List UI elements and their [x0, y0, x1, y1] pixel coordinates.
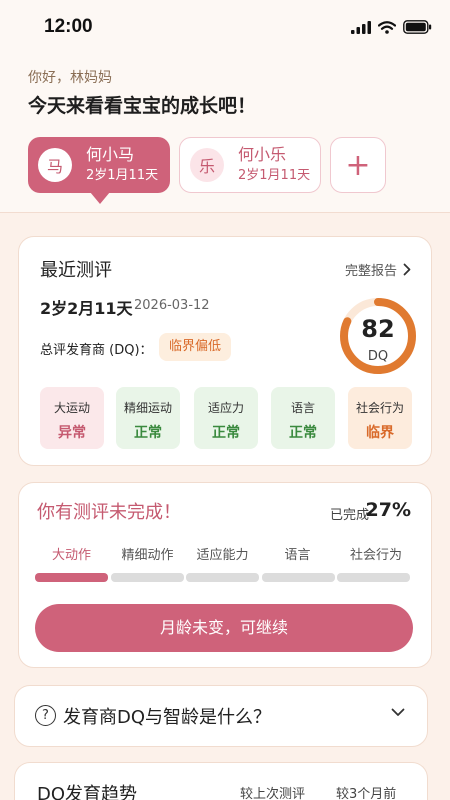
domain-status: 正常: [212, 425, 240, 441]
dq-faq-card[interactable]: ? 发育商DQ与智龄是什么？: [14, 685, 428, 747]
child-chip-selected[interactable]: 马 何小马 2岁1月11天: [28, 137, 170, 204]
step-adaptive: 适应能力: [196, 548, 249, 563]
domain-language: 语言 正常: [271, 387, 335, 449]
recent-assessment-card: 最近测评 完整报告 2岁2月11天 2026-03-12 总评发育商 (DQ)：…: [18, 236, 432, 466]
progress-segment: [35, 573, 108, 582]
step-social: 社会行为: [349, 548, 402, 563]
trend-tab-3months[interactable]: 较3个月前: [336, 783, 396, 800]
domain-status: 异常: [58, 425, 86, 441]
dq-level-badge: 临界偏低: [159, 333, 232, 361]
domain-adaptive: 适应力 正常: [194, 387, 258, 449]
child-name: 何小马: [86, 145, 135, 164]
incomplete-title: 你有测评未完成！: [37, 502, 181, 523]
dq-unit: DQ: [367, 349, 389, 364]
child-avatar: 乐: [190, 148, 224, 182]
chevron-right-icon: [403, 263, 411, 276]
greeting-text: 你好，林妈妈: [28, 70, 112, 86]
status-icons: [351, 20, 432, 34]
dq-label: 总评发育商 (DQ)：: [40, 343, 153, 358]
domain-status: 正常: [134, 425, 162, 441]
recent-assessment-title: 最近测评: [40, 260, 112, 281]
domain-fine-motor: 精细运动 正常: [116, 387, 180, 449]
domain-label: 适应力: [207, 401, 244, 415]
child-age: 2岁1月11天: [238, 168, 311, 183]
chevron-down-icon: [391, 708, 405, 716]
child-name: 何小乐: [238, 145, 287, 164]
trend-tab-last[interactable]: 较上次测评: [240, 783, 305, 800]
completed-label: 已完成: [329, 508, 369, 523]
continue-assessment-button[interactable]: 月龄未变，可继续: [35, 604, 413, 652]
dq-value: 82: [361, 315, 395, 343]
domain-label: 语言: [290, 401, 315, 415]
domain-status: 正常: [289, 425, 317, 441]
completed-percent: 27%: [365, 499, 411, 521]
step-gross-motor: 大动作: [51, 548, 91, 563]
progress-segment: [337, 573, 410, 582]
status-bar: 12:00: [0, 0, 450, 54]
question-circle-icon: ?: [35, 705, 56, 726]
progress-segment: [262, 573, 335, 582]
headline-text: 今天来看看宝宝的成长吧！: [28, 95, 257, 117]
trend-title: DQ发育趋势: [37, 784, 138, 800]
signal-icon: [351, 20, 371, 34]
incomplete-assessment-card: 你有测评未完成！ 已完成 27% 大动作 精细动作 适应能力 语言 社会行为 月…: [18, 482, 432, 668]
domain-label: 社会行为: [355, 401, 404, 415]
status-time: 12:00: [44, 16, 93, 37]
child-chip[interactable]: 乐 何小乐 2岁1月11天: [179, 137, 321, 193]
domain-status: 临界: [366, 425, 394, 441]
domain-social: 社会行为 临界: [348, 387, 412, 449]
full-report-label: 完整报告: [344, 264, 397, 279]
child-avatar: 马: [38, 148, 72, 182]
assessment-age: 2岁2月11天: [40, 299, 133, 318]
domain-label: 大运动: [53, 401, 90, 415]
full-report-link[interactable]: 完整报告: [345, 260, 411, 279]
progress-segment: [186, 573, 259, 582]
step-fine-motor: 精细动作: [121, 548, 174, 563]
progress-segment: [111, 573, 184, 582]
dq-trend-card: DQ发育趋势 较上次测评 较3个月前: [14, 762, 428, 800]
battery-icon: [403, 20, 432, 34]
child-age: 2岁1月11天: [86, 168, 159, 183]
domain-label: 精细运动: [123, 401, 172, 415]
wifi-icon: [378, 20, 396, 34]
plus-icon: +: [345, 147, 371, 183]
domain-gross-motor: 大运动 异常: [40, 387, 104, 449]
add-child-button[interactable]: +: [330, 137, 386, 193]
assessment-date: 2026-03-12: [134, 298, 210, 313]
step-language: 语言: [284, 548, 311, 563]
faq-question: 发育商DQ与智龄是什么？: [63, 707, 272, 728]
